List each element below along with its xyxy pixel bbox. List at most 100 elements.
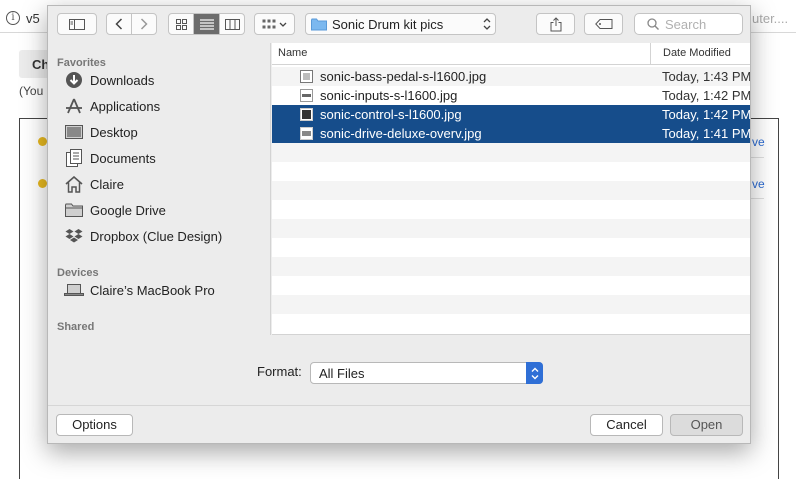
- chevron-left-icon: [115, 18, 123, 30]
- group-by-button[interactable]: [254, 13, 295, 35]
- options-button[interactable]: Options: [56, 414, 133, 436]
- empty-row: [272, 276, 750, 295]
- file-list: Name Date Modified sonic-bass-pedal-s-l1…: [272, 43, 750, 335]
- empty-row: [272, 181, 750, 200]
- file-row[interactable]: sonic-bass-pedal-s-l1600.jpg Today, 1:43…: [272, 67, 750, 86]
- devices-header: Devices: [57, 267, 99, 279]
- sidebar-item-label: Desktop: [90, 124, 138, 140]
- empty-row: [272, 143, 750, 162]
- select-arrows: [526, 362, 543, 384]
- sidebar-item-google-drive[interactable]: Google Drive: [58, 199, 263, 221]
- sidebar-item-downloads[interactable]: Downloads: [58, 69, 263, 91]
- image-file-icon: [300, 89, 313, 102]
- url-text-right: uter....: [752, 11, 789, 26]
- dialog-footer: Options Cancel Open: [48, 405, 750, 443]
- back-button[interactable]: [106, 13, 132, 35]
- tag-icon: [594, 19, 612, 29]
- dropbox-icon: [65, 229, 83, 243]
- file-name: sonic-inputs-s-l1600.jpg: [320, 88, 458, 103]
- sidebar-item-label: Google Drive: [90, 202, 166, 218]
- location-label: Sonic Drum kit pics: [332, 17, 444, 32]
- file-name: sonic-control-s-l1600.jpg: [320, 107, 462, 122]
- image-file-icon: [300, 127, 313, 140]
- folder-icon: [65, 203, 83, 217]
- file-row-selected[interactable]: sonic-control-s-l1600.jpg Today, 1:42 PM: [272, 105, 750, 124]
- file-name: sonic-bass-pedal-s-l1600.jpg: [320, 69, 487, 84]
- file-list-header: Name Date Modified: [272, 43, 750, 65]
- empty-row: [272, 162, 750, 181]
- folder-icon: [311, 18, 327, 31]
- dialog-toolbar: Sonic Drum kit pics: [48, 6, 750, 42]
- open-button[interactable]: Open: [670, 414, 743, 436]
- empty-row: [272, 257, 750, 276]
- empty-row: [272, 238, 750, 257]
- search-field[interactable]: [634, 13, 743, 35]
- empty-row: [272, 219, 750, 238]
- laptop-icon: [64, 284, 84, 296]
- updown-arrows-icon: [531, 367, 538, 379]
- group-icon: [262, 19, 286, 28]
- sidebar-icon: [69, 18, 85, 30]
- status-dot: [38, 179, 47, 188]
- sidebar-item-applications[interactable]: Applications: [58, 95, 263, 117]
- cancel-button[interactable]: Cancel: [590, 414, 663, 436]
- sidebar-item-label: Dropbox (Clue Design): [90, 228, 223, 244]
- background-link[interactable]: ve: [752, 135, 765, 149]
- info-icon[interactable]: i: [6, 11, 20, 25]
- open-file-dialog: Sonic Drum kit pics Favorites Downloads …: [47, 5, 751, 444]
- search-icon: [647, 18, 659, 30]
- downloads-icon: [66, 72, 82, 88]
- documents-icon: [66, 149, 82, 167]
- sidebar-item-label: Claire: [90, 176, 124, 192]
- format-value: All Files: [319, 366, 365, 381]
- column-header-name[interactable]: Name: [278, 47, 307, 59]
- home-icon: [65, 175, 83, 193]
- sidebar-toggle-button[interactable]: [57, 13, 97, 35]
- file-date: Today, 1:41 PM: [662, 126, 751, 141]
- empty-row: [272, 200, 750, 219]
- file-row[interactable]: sonic-inputs-s-l1600.jpg Today, 1:42 PM: [272, 86, 750, 105]
- column-view-button[interactable]: [219, 13, 245, 35]
- file-date: Today, 1:42 PM: [662, 88, 751, 103]
- url-text-left: v5: [26, 11, 40, 26]
- sidebar-item-label: Documents: [90, 150, 156, 166]
- sidebar-item-label: Applications: [90, 98, 161, 114]
- list-view-button[interactable]: [193, 13, 220, 35]
- sidebar-item-label: Downloads: [90, 72, 155, 88]
- file-rows: sonic-bass-pedal-s-l1600.jpg Today, 1:43…: [272, 67, 750, 314]
- sidebar-item-macbook[interactable]: Claire’s MacBook Pro: [58, 279, 263, 301]
- sidebar-item-dropbox[interactable]: Dropbox (Clue Design): [58, 225, 263, 247]
- share-icon: [550, 16, 561, 31]
- background-note: (You: [19, 84, 44, 98]
- grid-icon: [175, 18, 187, 30]
- columns-icon: [224, 18, 240, 30]
- file-row-selected[interactable]: sonic-drive-deluxe-overv.jpg Today, 1:41…: [272, 124, 750, 143]
- status-dot: [38, 137, 47, 146]
- share-button[interactable]: [536, 13, 575, 35]
- empty-row: [272, 295, 750, 314]
- format-select[interactable]: All Files: [310, 362, 543, 384]
- forward-button[interactable]: [131, 13, 157, 35]
- sidebar-item-claire[interactable]: Claire: [58, 173, 263, 195]
- location-popup[interactable]: Sonic Drum kit pics: [305, 13, 496, 35]
- sidebar: Favorites Downloads Applications Desktop…: [48, 43, 271, 335]
- sidebar-item-documents[interactable]: Documents: [58, 147, 263, 169]
- search-input[interactable]: [665, 16, 740, 32]
- file-date: Today, 1:42 PM: [662, 107, 751, 122]
- updown-arrows-icon: [483, 18, 491, 30]
- sidebar-item-desktop[interactable]: Desktop: [58, 121, 263, 143]
- chevron-right-icon: [140, 18, 148, 30]
- favorites-header: Favorites: [57, 57, 106, 69]
- list-icon: [199, 18, 214, 30]
- sidebar-item-label: Claire’s MacBook Pro: [90, 282, 215, 298]
- background-link[interactable]: ve: [752, 177, 765, 191]
- file-name: sonic-drive-deluxe-overv.jpg: [320, 126, 482, 141]
- icon-view-button[interactable]: [168, 13, 194, 35]
- file-date: Today, 1:43 PM: [662, 69, 751, 84]
- tags-button[interactable]: [584, 13, 623, 35]
- image-file-icon: [300, 108, 313, 121]
- applications-icon: [66, 98, 82, 114]
- desktop-icon: [65, 124, 83, 139]
- format-label: Format:: [257, 364, 302, 379]
- column-header-date-modified[interactable]: Date Modified: [650, 43, 750, 65]
